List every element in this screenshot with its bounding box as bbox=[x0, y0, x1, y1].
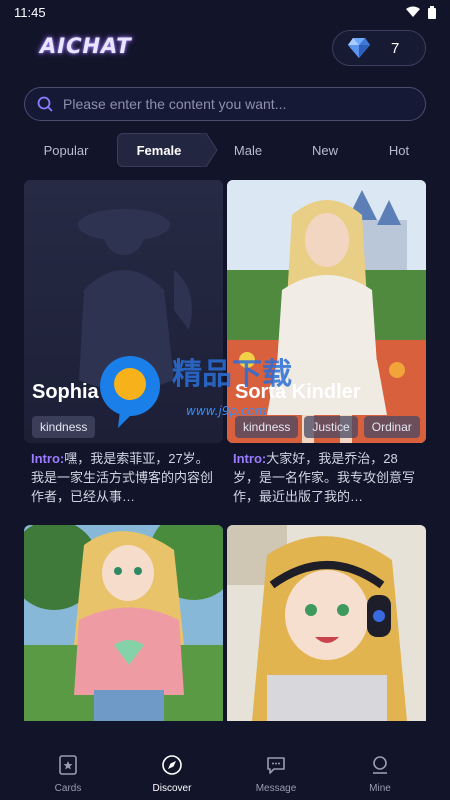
nav-label: Mine bbox=[369, 783, 391, 794]
watermark-url: www.j9p.com bbox=[186, 404, 267, 418]
gem-count: 7 bbox=[391, 40, 400, 57]
character-intro: Intro:嘿，我是索菲亚，27岁。我是一家生活方式博客的内容创作者，已经从事… bbox=[31, 449, 216, 506]
nav-cards[interactable]: Cards bbox=[38, 754, 98, 794]
tag-list: kindness bbox=[32, 416, 96, 438]
watermark-text: 精品下载 bbox=[172, 357, 292, 392]
gem-icon bbox=[348, 38, 370, 58]
search-bar[interactable]: Please enter the content you want... bbox=[24, 87, 426, 121]
character-image bbox=[24, 525, 223, 721]
gem-balance-button[interactable]: 7 bbox=[332, 30, 426, 66]
status-time: 11:45 bbox=[14, 4, 46, 20]
character-card[interactable] bbox=[227, 525, 426, 721]
character-intro: Intro:大家好，我是乔治，28岁，是一名作家。我专攻创意写作，最近出版了我的… bbox=[233, 449, 423, 506]
intro-label: Intro: bbox=[233, 451, 267, 466]
tab-popular[interactable]: Popular bbox=[24, 133, 108, 167]
app-logo: AICHAT bbox=[40, 34, 132, 58]
app-header: AICHAT 7 bbox=[0, 28, 450, 68]
character-name: Sophia bbox=[32, 381, 99, 403]
tag: kindness bbox=[32, 416, 96, 438]
compass-icon bbox=[162, 755, 182, 775]
search-icon bbox=[37, 96, 53, 112]
intro-label: Intro: bbox=[31, 451, 65, 466]
chat-icon bbox=[267, 757, 285, 774]
status-bar: 11:45 bbox=[0, 0, 450, 24]
category-tabs: Popular Female Male New Hot bbox=[0, 133, 450, 167]
watermark-logo: 精品下载 www.j9p.com bbox=[100, 356, 292, 428]
tab-active-arrow bbox=[200, 133, 218, 167]
wifi-icon bbox=[406, 6, 420, 17]
bottom-nav: Cards Discover Message Mine bbox=[0, 740, 450, 800]
cards-icon bbox=[59, 755, 77, 775]
battery-icon bbox=[428, 5, 436, 19]
nav-message[interactable]: Message bbox=[246, 754, 306, 794]
tab-female[interactable]: Female bbox=[117, 133, 201, 167]
nav-label: Cards bbox=[54, 783, 82, 794]
search-input[interactable]: Please enter the content you want... bbox=[63, 96, 286, 112]
tab-male[interactable]: Male bbox=[218, 133, 278, 167]
tab-new[interactable]: New bbox=[296, 133, 354, 167]
user-icon bbox=[373, 756, 387, 774]
nav-label: Message bbox=[255, 783, 297, 794]
tab-hot[interactable]: Hot bbox=[370, 133, 428, 167]
nav-discover[interactable]: Discover bbox=[142, 754, 202, 794]
character-image bbox=[227, 525, 426, 721]
tag: Ordinar bbox=[363, 416, 420, 438]
nav-label: Discover bbox=[152, 783, 192, 794]
nav-mine[interactable]: Mine bbox=[350, 754, 410, 794]
character-card[interactable] bbox=[24, 525, 223, 721]
